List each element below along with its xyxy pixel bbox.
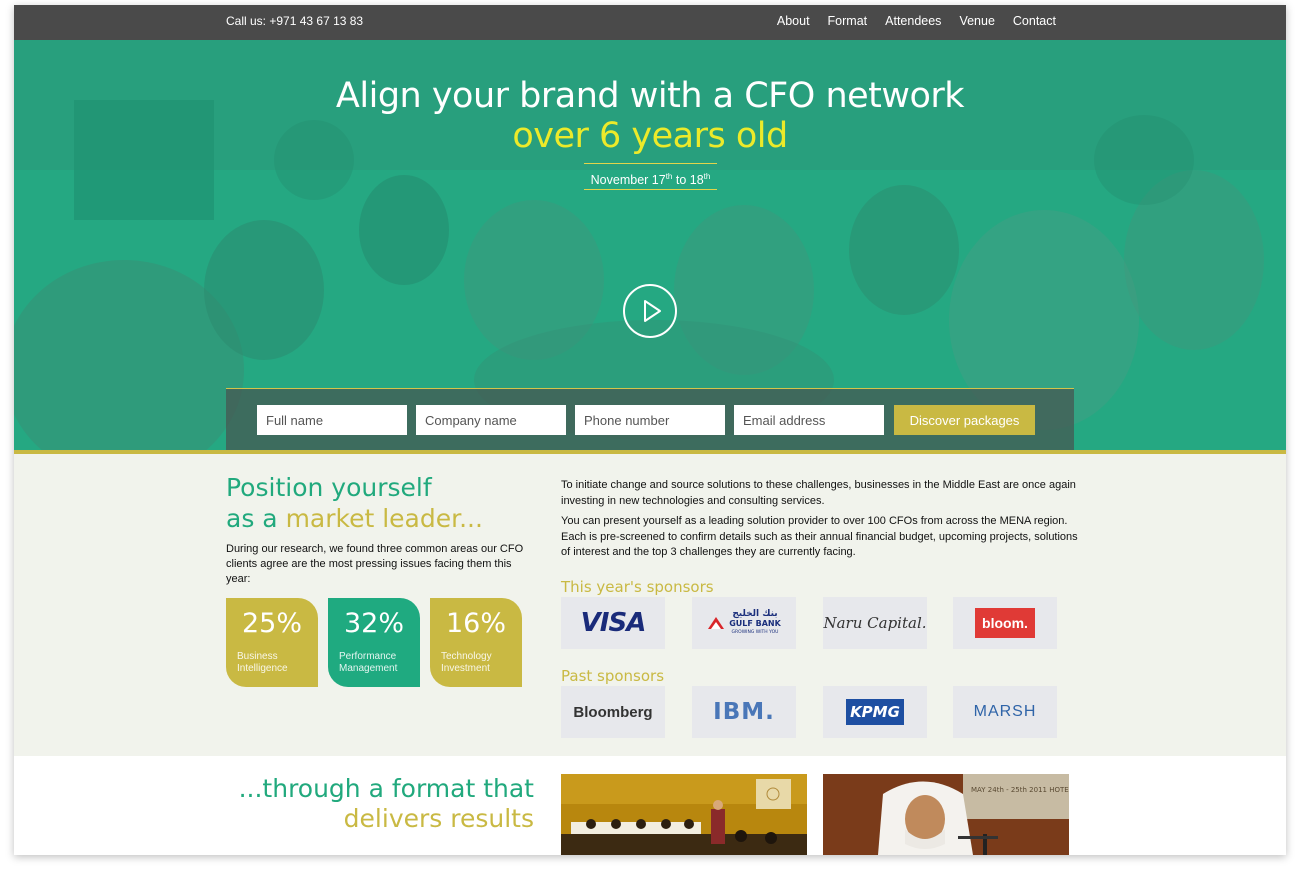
stat-label: Business Intelligence: [237, 651, 288, 675]
lead-form: Discover packages: [226, 388, 1074, 450]
stat-label: Technology Investment: [441, 651, 492, 675]
bloom-logo-text: bloom.: [975, 608, 1035, 638]
gulf-bank-emblem-icon: [708, 617, 725, 629]
stat-label-line1: Business: [237, 651, 278, 662]
sponsor-logo-naru-capital: Naru Capital.: [823, 597, 927, 649]
stat-label-line2: Management: [339, 663, 398, 674]
discover-packages-button[interactable]: Discover packages: [894, 405, 1035, 435]
gulf-bank-arabic: بنك الخليج: [732, 608, 778, 619]
sponsor-logo-visa: VISA: [561, 597, 665, 649]
event-date: November 17th to 18th: [584, 163, 717, 190]
gulf-bank-logo: بنك الخليج GULF BANK GROWING WITH YOU: [707, 608, 781, 637]
photo-sign-text: MAY 24th - 25th 2011 HOTEL RIYADH, SA: [971, 786, 1069, 794]
past-sponsors-heading: Past sponsors: [561, 667, 665, 685]
company-name-input[interactable]: [416, 405, 566, 435]
stat-label: Performance Management: [339, 651, 397, 675]
stat-label-line2: Intelligence: [237, 663, 288, 674]
intro-paragraph-2: You can present yourself as a leading so…: [561, 515, 1078, 558]
play-video-button[interactable]: [623, 284, 677, 338]
top-bar: Call us: +971 43 67 13 83 About Format A…: [14, 5, 1286, 40]
stat-value: 16%: [445, 608, 506, 639]
naru-logo-text: Naru Capital.: [823, 614, 927, 632]
hero-title-line2: over 6 years old: [512, 116, 788, 156]
format-heading-line1: ...through a format that: [238, 774, 534, 803]
kpmg-logo-text: KPMG: [846, 699, 904, 725]
phone-number: Call us: +971 43 67 13 83: [226, 14, 364, 28]
stat-card-business-intelligence: 25% Business Intelligence: [226, 598, 318, 687]
stat-value: 32%: [343, 608, 404, 639]
stat-label-line1: Performance: [339, 651, 397, 662]
nav-venue[interactable]: Venue: [959, 14, 994, 28]
conference-room-photo: [561, 774, 807, 855]
nav-about[interactable]: About: [777, 14, 810, 28]
nav-format[interactable]: Format: [828, 14, 868, 28]
speaker-photo: MAY 24th - 25th 2011 HOTEL RIYADH, SA: [823, 774, 1069, 855]
position-heading-line1: Position yourself: [226, 473, 432, 502]
research-intro: During our research, we found three comm…: [226, 543, 524, 585]
stat-value: 25%: [241, 608, 302, 639]
past-sponsor-logo-kpmg: KPMG: [823, 686, 927, 738]
nav-attendees[interactable]: Attendees: [885, 14, 941, 28]
stat-label-line1: Technology: [441, 651, 492, 662]
phone-number-input[interactable]: [575, 405, 725, 435]
current-sponsors-heading: This year's sponsors: [561, 578, 714, 596]
play-icon: [644, 300, 661, 322]
nav-contact[interactable]: Contact: [1013, 14, 1056, 28]
stat-card-technology-investment: 16% Technology Investment: [430, 598, 522, 687]
full-name-input[interactable]: [257, 405, 407, 435]
date-start: November 17: [590, 173, 666, 188]
gulf-bank-wordmark: بنك الخليج GULF BANK GROWING WITH YOU: [729, 608, 781, 637]
ibm-logo-text: IBM.: [713, 699, 775, 725]
format-heading-line2: delivers results: [343, 804, 534, 833]
position-heading-prefix: as a: [226, 504, 286, 533]
past-sponsor-logo-bloomberg: Bloomberg: [561, 686, 665, 738]
visa-logo-text: VISA: [580, 608, 647, 638]
intro-paragraph-1: To initiate change and source solutions …: [561, 479, 1076, 507]
stat-card-performance-management: 32% Performance Management: [328, 598, 420, 687]
position-heading-highlight: market leader...: [285, 504, 483, 533]
past-sponsor-logo-ibm: IBM.: [692, 686, 796, 738]
date-end-suffix: th: [703, 172, 711, 181]
past-sponsor-logo-marsh: MARSH: [953, 686, 1057, 738]
marsh-logo-text: MARSH: [973, 703, 1037, 720]
gulf-bank-tagline: GROWING WITH YOU: [731, 629, 779, 635]
hero-title-line1: Align your brand with a CFO network: [335, 76, 965, 116]
format-section: ...through a format that delivers result…: [14, 756, 1286, 855]
stat-label-line2: Investment: [441, 663, 490, 674]
main-nav: About Format Attendees Venue Contact: [777, 14, 1056, 28]
bloomberg-logo-text: Bloomberg: [573, 703, 653, 721]
sponsor-logo-gulf-bank: بنك الخليج GULF BANK GROWING WITH YOU: [692, 597, 796, 649]
gulf-bank-name: GULF BANK: [729, 618, 781, 628]
hero: Align your brand with a CFO network over…: [14, 40, 1286, 450]
position-heading-line2: as a market leader...: [226, 504, 483, 533]
sponsor-logo-bloom: bloom.: [953, 597, 1057, 649]
browser-page: Call us: +971 43 67 13 83 About Format A…: [14, 5, 1286, 855]
position-section: Position yourself as a market leader... …: [14, 454, 1286, 756]
email-address-input[interactable]: [734, 405, 884, 435]
date-end: to 18: [672, 173, 704, 188]
